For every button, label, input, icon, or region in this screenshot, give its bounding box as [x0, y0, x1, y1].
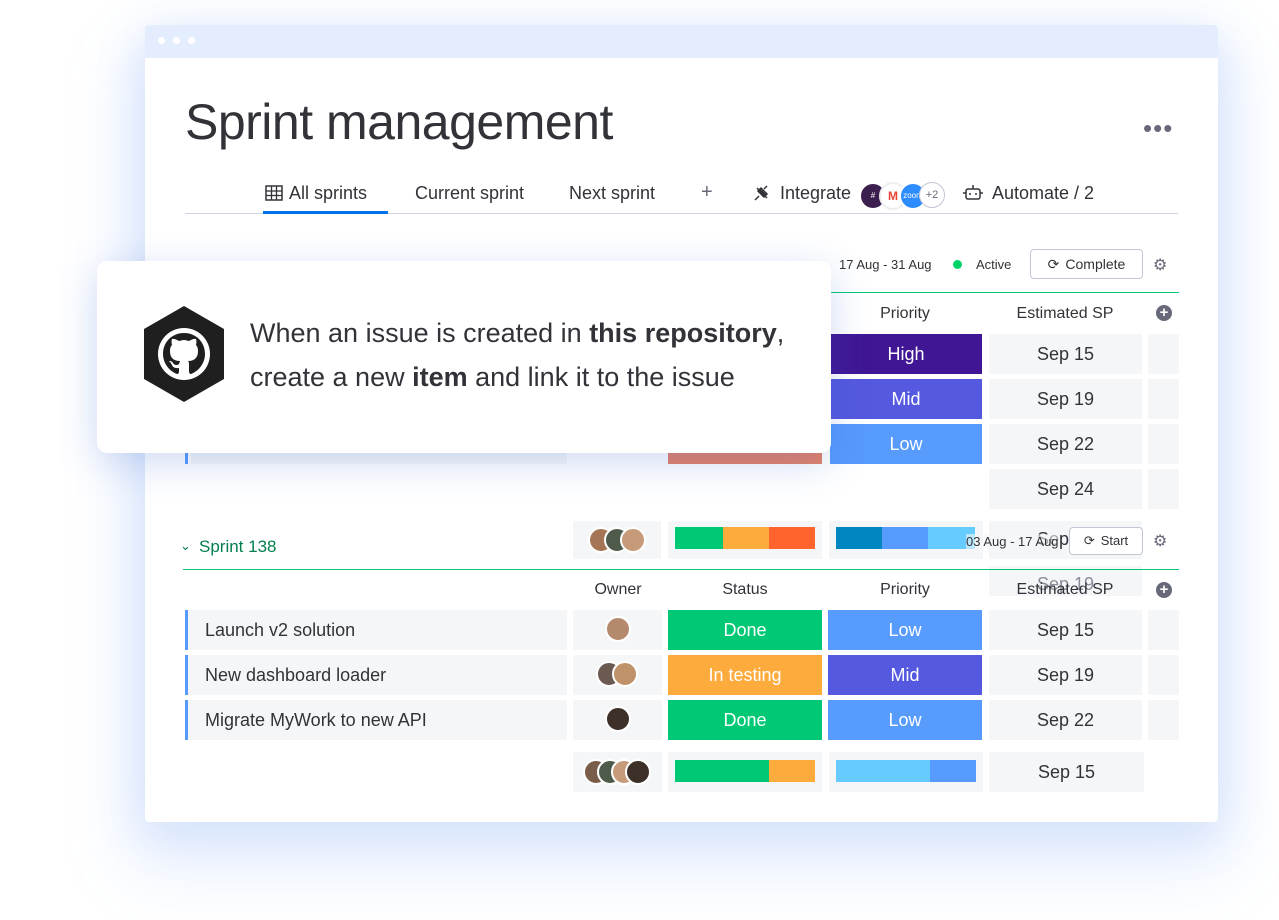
play-icon: ⟳: [1083, 533, 1095, 548]
sprint-settings-gear-icon[interactable]: ⚙: [1153, 531, 1167, 551]
status-cell[interactable]: Done: [668, 610, 822, 650]
priority-summary-low: [882, 527, 928, 549]
integrate-button[interactable]: Integrate: [752, 183, 851, 204]
empty-cell: [1148, 424, 1179, 464]
status-summary-stuck: [769, 527, 815, 549]
priority-summary-low: [930, 760, 976, 782]
column-header-status: Status: [722, 581, 768, 598]
start-sprint-button[interactable]: ⟳ Start: [1069, 527, 1143, 555]
item-cell-partial: [191, 453, 567, 464]
page-title: Sprint management: [185, 94, 613, 150]
start-label: Start: [1100, 533, 1129, 548]
empty-cell: [1148, 700, 1179, 740]
status-summary-working: [769, 760, 815, 782]
github-logo-icon: [144, 306, 224, 402]
callout-bold-repository: this repository: [589, 318, 777, 348]
automation-callout: When an issue is created in this reposit…: [97, 261, 831, 453]
window-titlebar: [145, 25, 1218, 58]
refresh-icon: ⟳: [1047, 256, 1060, 272]
sprint-138-divider: [183, 569, 1179, 570]
estimated-cell[interactable]: Sep 15: [989, 334, 1142, 374]
automate-button[interactable]: Automate / 2: [962, 183, 1094, 204]
empty-cell: [1148, 655, 1179, 695]
tab-all-sprints[interactable]: All sprints: [265, 183, 367, 204]
tab-label: All sprints: [289, 183, 368, 203]
window-dot-icon: [188, 37, 195, 44]
active-status-dot-icon: [953, 260, 962, 269]
priority-cell[interactable]: High: [830, 334, 982, 374]
current-sprint-state: Active: [976, 257, 1012, 272]
collapse-chevron-down-icon[interactable]: ⌄: [180, 538, 191, 554]
item-name-cell[interactable]: Migrate MyWork to new API: [188, 700, 567, 740]
column-header-estimated: Estimated SP: [1016, 305, 1114, 322]
estimated-cell[interactable]: Sep 19: [989, 379, 1142, 419]
callout-text-part: When an issue is created in: [250, 318, 590, 348]
status-cell[interactable]: Done: [668, 700, 822, 740]
add-column-plus-icon[interactable]: +: [1156, 305, 1172, 321]
active-tab-indicator: [263, 211, 388, 214]
priority-cell[interactable]: Low: [830, 424, 982, 464]
column-header-priority: Priority: [880, 305, 930, 322]
column-header-owner: Owner: [594, 581, 642, 598]
complete-label: Complete: [1065, 256, 1126, 272]
status-cell-partial: [668, 453, 822, 464]
status-summary-working: [723, 527, 769, 549]
estimated-cell[interactable]: Sep 22: [989, 700, 1142, 740]
complete-sprint-button[interactable]: ⟳ Complete: [1030, 249, 1143, 279]
avatar: [612, 661, 638, 687]
window-dot-icon: [173, 37, 180, 44]
column-header-estimated: Estimated SP: [1016, 581, 1114, 598]
avatar: [605, 706, 631, 732]
status-summary-done: [675, 527, 723, 549]
status-summary-done: [675, 760, 769, 782]
add-column-plus-icon[interactable]: +: [1156, 582, 1172, 598]
estimated-cell[interactable]: Sep 22: [989, 424, 1142, 464]
priority-cell[interactable]: Mid: [828, 655, 982, 695]
empty-cell: [1148, 379, 1179, 419]
item-color-bar: [185, 453, 188, 464]
automate-label: Automate / 2: [992, 183, 1095, 203]
tab-next-sprint[interactable]: Next sprint: [569, 183, 655, 204]
empty-cell: [1148, 469, 1179, 509]
priority-summary-dark: [836, 527, 882, 549]
callout-text-part: ,: [776, 318, 785, 348]
tab-current-sprint[interactable]: Current sprint: [415, 183, 524, 204]
item-name-cell[interactable]: New dashboard loader: [188, 655, 567, 695]
callout-text-part: and link it to the issue: [467, 362, 735, 392]
more-options-icon[interactable]: •••: [1143, 113, 1173, 144]
estimated-cell[interactable]: Sep 24: [989, 469, 1142, 509]
sprint-138-dates: 03 Aug - 17 Aug: [966, 534, 1059, 549]
add-view-button[interactable]: +: [701, 181, 713, 204]
priority-cell[interactable]: Low: [828, 610, 982, 650]
column-header-priority: Priority: [880, 581, 930, 598]
callout-text-part: create a new: [250, 362, 413, 392]
empty-cell: [1148, 610, 1179, 650]
more-integrations-badge: +2: [919, 182, 945, 208]
item-name-cell[interactable]: Launch v2 solution: [188, 610, 567, 650]
plug-icon: [754, 185, 769, 201]
callout-bold-item: item: [412, 362, 468, 392]
estimated-cell[interactable]: Sep 19: [989, 655, 1142, 695]
sprint-settings-gear-icon[interactable]: ⚙: [1153, 255, 1167, 275]
robot-icon: [963, 185, 983, 200]
priority-summary-light: [836, 760, 930, 782]
window-dot-icon: [158, 37, 165, 44]
estimated-cell[interactable]: Sep 15: [989, 610, 1142, 650]
status-cell[interactable]: In testing: [668, 655, 822, 695]
priority-cell[interactable]: Low: [828, 700, 982, 740]
integrate-label: Integrate: [780, 183, 852, 203]
estimated-summary-cell: Sep 15: [989, 752, 1144, 792]
current-sprint-dates: 17 Aug - 31 Aug: [839, 257, 932, 272]
avatar: [620, 527, 646, 553]
avatar: [625, 759, 651, 785]
sprint-138-title[interactable]: Sprint 138: [199, 537, 277, 557]
priority-cell[interactable]: Mid: [830, 379, 982, 419]
empty-cell: [1148, 334, 1179, 374]
callout-text: When an issue is created in this reposit…: [250, 311, 784, 399]
avatar: [605, 616, 631, 642]
table-icon: [265, 185, 283, 201]
